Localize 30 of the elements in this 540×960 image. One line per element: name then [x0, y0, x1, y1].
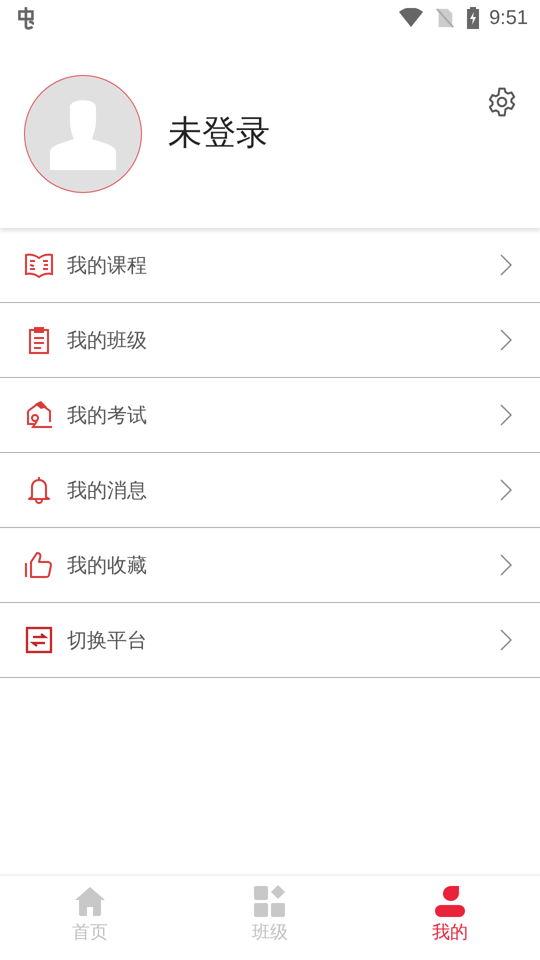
chevron-right-icon [500, 254, 512, 276]
grid-icon [253, 884, 287, 918]
thumbs-up-icon [24, 550, 54, 580]
menu-item[interactable]: 切换平台 [0, 603, 540, 678]
menu-item[interactable]: 我的消息 [0, 453, 540, 528]
menu-label: 我的收藏 [67, 552, 148, 578]
battery-icon [467, 7, 480, 29]
menu-item[interactable]: 我的收藏 [0, 528, 540, 603]
home-icon [73, 884, 107, 918]
menu-item[interactable]: 我的班级 [0, 303, 540, 378]
chevron-right-icon [500, 629, 512, 651]
house-pen-icon [24, 400, 54, 430]
menu-label: 切换平台 [67, 626, 148, 654]
user-name[interactable]: 未登录 [168, 110, 270, 156]
user-icon [433, 884, 467, 918]
menu-label: 我的考试 [67, 402, 148, 428]
menu-label: 我的消息 [67, 476, 148, 504]
switch-icon [24, 625, 54, 655]
chevron-right-icon [500, 554, 512, 576]
menu-label: 我的课程 [67, 252, 148, 278]
chevron-right-icon [500, 479, 512, 501]
menu-label: 我的班级 [67, 326, 148, 354]
status-time: 9:51 [489, 6, 528, 30]
chevron-right-icon [500, 329, 512, 351]
settings-icon[interactable] [486, 86, 518, 118]
wifi-icon [399, 8, 424, 28]
nav-tab[interactable]: 我的 [360, 876, 540, 960]
chevron-right-icon [500, 404, 512, 426]
menu-item[interactable]: 我的课程 [0, 228, 540, 303]
menu-item[interactable]: 我的考试 [0, 378, 540, 453]
